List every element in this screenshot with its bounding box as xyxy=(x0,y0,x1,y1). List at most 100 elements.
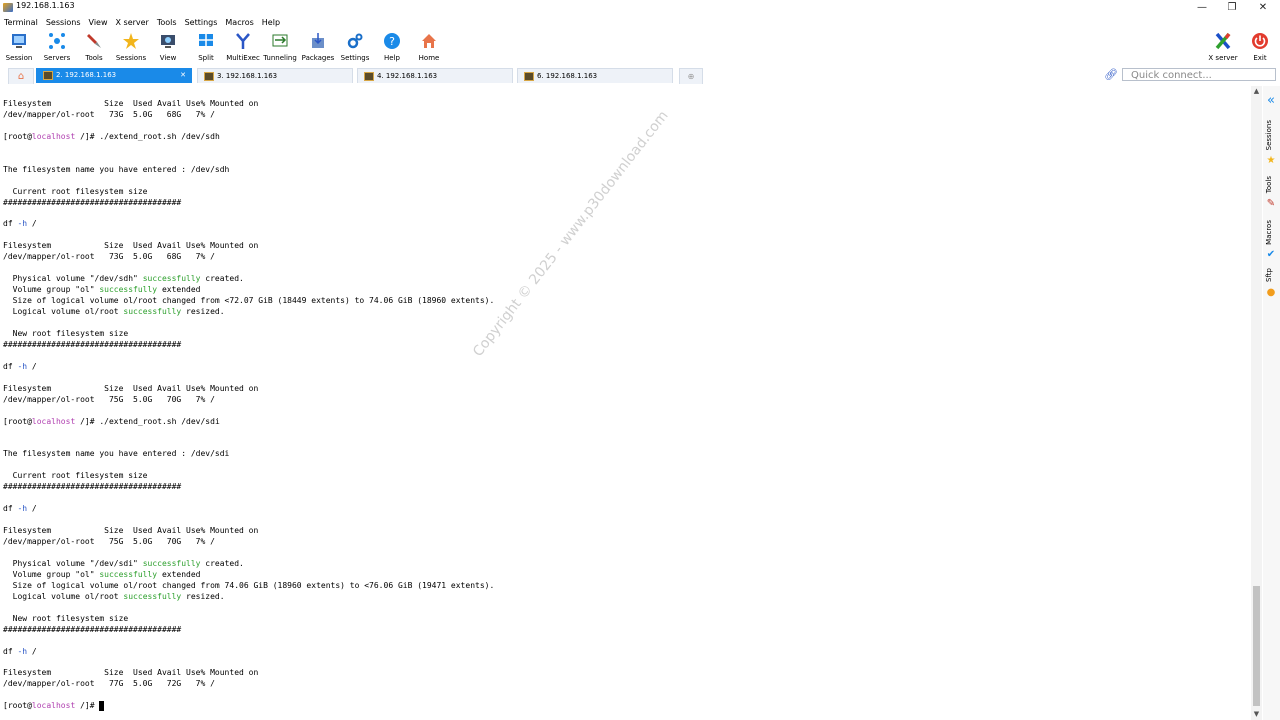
menu-macros[interactable]: Macros xyxy=(221,16,257,29)
home-tab-icon: ⌂ xyxy=(17,71,25,82)
terminal-scrollbar[interactable]: ▲ ▼ xyxy=(1251,86,1262,720)
terminal-line: Filesystem Size Used Avail Use% Mounted … xyxy=(3,99,259,108)
terminal-icon xyxy=(364,71,374,81)
terminal-line: Filesystem Size Used Avail Use% Mounted … xyxy=(3,383,259,393)
terminal-line: Filesystem Size Used Avail Use% Mounted … xyxy=(3,668,259,678)
menu-help[interactable]: Help xyxy=(258,16,284,29)
settings-button[interactable]: Settings xyxy=(336,30,374,66)
scroll-up-icon[interactable]: ▲ xyxy=(1251,87,1262,95)
restore-button[interactable]: ❐ xyxy=(1218,0,1246,15)
settings-icon xyxy=(347,33,363,49)
menu-xserver[interactable]: X server xyxy=(112,16,153,29)
terminal-line: Size of logical volume ol/root changed f… xyxy=(3,580,495,590)
split-button[interactable]: Split xyxy=(187,30,225,66)
scrollbar-thumb[interactable] xyxy=(1253,586,1260,706)
terminal-line: The filesystem name you have entered : /… xyxy=(3,164,230,174)
menu-bar: Terminal Sessions View X server Tools Se… xyxy=(0,16,1280,29)
tools-button[interactable]: Tools xyxy=(75,30,113,66)
terminal-line: Volume group "ol" successfully extended xyxy=(3,285,201,295)
servers-button[interactable]: Servers xyxy=(38,30,76,66)
close-tab-icon[interactable]: ✕ xyxy=(180,68,186,83)
tab-session-2[interactable]: 2. 192.168.1.163 ✕ xyxy=(36,68,192,83)
toolbar: Session Servers Tools Sessions View Spli… xyxy=(0,30,1280,66)
quick-connect-input[interactable]: Quick connect... xyxy=(1122,68,1276,81)
menu-sessions[interactable]: Sessions xyxy=(42,16,85,29)
terminal-line: df -h / xyxy=(3,361,37,371)
multiexec-button[interactable]: MultiExec xyxy=(224,30,262,66)
terminal-line: df -h / xyxy=(3,504,37,514)
app-icon xyxy=(3,3,13,12)
terminal-line: ##################################### xyxy=(3,197,182,207)
multiexec-icon xyxy=(236,33,250,49)
terminal-line: /dev/mapper/ol-root 73G 5.0G 68G 7% / xyxy=(3,252,215,262)
terminal-line: /dev/mapper/ol-root 75G 5.0G 70G 7% / xyxy=(3,394,215,404)
window-title: 192.168.1.163 xyxy=(16,1,75,10)
xserver-button[interactable]: X server xyxy=(1204,30,1242,66)
right-sidebar: « Sessions ★ Tools ✎ Macros ✔ Sftp ● xyxy=(1263,86,1280,720)
terminal-line: /dev/mapper/ol-root 73G 5.0G 68G 7% / xyxy=(3,109,215,119)
packages-button[interactable]: Packages xyxy=(299,30,337,66)
exit-button[interactable]: Exit xyxy=(1241,30,1279,66)
home-button[interactable]: Home xyxy=(410,30,448,66)
help-button[interactable]: ? Help xyxy=(373,30,411,66)
terminal-line: New root filesystem size xyxy=(3,613,129,623)
terminal-output[interactable]: Filesystem Size Used Avail Use% Mounted … xyxy=(0,86,1250,720)
svg-text:?: ? xyxy=(389,35,395,48)
sidebar-tab-tools[interactable]: Tools xyxy=(1265,176,1273,193)
star-icon: ★ xyxy=(1266,155,1276,166)
title-bar: 192.168.1.163 — ❐ ✕ xyxy=(0,0,1280,15)
terminal-line: /dev/mapper/ol-root 75G 5.0G 70G 7% / xyxy=(3,537,215,546)
terminal-icon xyxy=(204,71,214,81)
terminal-cursor xyxy=(99,700,105,711)
view-icon xyxy=(161,35,175,48)
sftp-icon: ● xyxy=(1266,287,1276,298)
sidebar-tab-sftp[interactable]: Sftp xyxy=(1265,268,1273,282)
terminal-line: Logical volume ol/root successfully resi… xyxy=(3,591,225,601)
scroll-down-icon[interactable]: ▼ xyxy=(1251,710,1262,718)
power-icon xyxy=(1252,33,1268,49)
terminal-line: Physical volume "/dev/sdi" successfully … xyxy=(3,558,244,568)
terminal-line: ##################################### xyxy=(3,482,182,492)
tunneling-button[interactable]: Tunneling xyxy=(261,30,299,66)
terminal-line: New root filesystem size xyxy=(3,328,129,338)
star-icon xyxy=(123,33,139,49)
tab-session-4[interactable]: 4. 192.168.1.163 xyxy=(357,68,513,83)
terminal-line: Size of logical volume ol/root changed f… xyxy=(3,296,495,306)
sidebar-tab-sessions[interactable]: Sessions xyxy=(1265,120,1273,150)
terminal-line: df -h / xyxy=(3,646,37,656)
terminal-line: ##################################### xyxy=(3,339,182,349)
session-button[interactable]: Session xyxy=(0,30,38,66)
tab-session-3[interactable]: 3. 192.168.1.163 xyxy=(197,68,353,83)
tunneling-icon xyxy=(272,34,288,47)
terminal-line: /dev/mapper/ol-root 77G 5.0G 72G 7% / xyxy=(3,679,215,689)
new-tab-icon: ⊕ xyxy=(687,72,695,81)
menu-settings[interactable]: Settings xyxy=(181,16,222,29)
tab-bar: ⌂ 2. 192.168.1.163 ✕ 3. 192.168.1.163 4.… xyxy=(0,68,1280,84)
menu-view[interactable]: View xyxy=(85,16,112,29)
split-icon xyxy=(199,34,213,46)
new-tab-button[interactable]: ⊕ xyxy=(679,68,703,84)
terminal-line: Volume group "ol" successfully extended xyxy=(3,569,201,579)
home-tab[interactable]: ⌂ xyxy=(8,68,34,84)
view-button[interactable]: View xyxy=(149,30,187,66)
collapse-sidebar-icon[interactable]: « xyxy=(1266,94,1276,107)
session-icon xyxy=(12,34,26,48)
servers-icon xyxy=(49,33,65,49)
terminal-line: ##################################### xyxy=(3,624,182,634)
menu-terminal[interactable]: Terminal xyxy=(0,16,42,29)
terminal-icon xyxy=(524,71,534,81)
terminal-line: df -h / xyxy=(3,219,37,229)
sidebar-tab-macros[interactable]: Macros xyxy=(1265,220,1273,245)
tab-session-6[interactable]: 6. 192.168.1.163 xyxy=(517,68,673,83)
terminal-line: [root@localhost /]# ./extend_root.sh /de… xyxy=(3,131,220,141)
sessions-button[interactable]: Sessions xyxy=(112,30,150,66)
tools-icon: ✎ xyxy=(1266,198,1276,209)
terminal-line: Current root filesystem size xyxy=(3,471,148,481)
terminal-line: Current root filesystem size xyxy=(3,186,148,196)
menu-tools[interactable]: Tools xyxy=(153,16,181,29)
attachment-icon[interactable]: 🔗︎ xyxy=(1104,68,1118,81)
terminal-line: Filesystem Size Used Avail Use% Mounted … xyxy=(3,241,259,251)
terminal-line: Physical volume "/dev/sdh" successfully … xyxy=(3,274,244,284)
close-button[interactable]: ✕ xyxy=(1249,0,1277,15)
minimize-button[interactable]: — xyxy=(1188,0,1216,15)
